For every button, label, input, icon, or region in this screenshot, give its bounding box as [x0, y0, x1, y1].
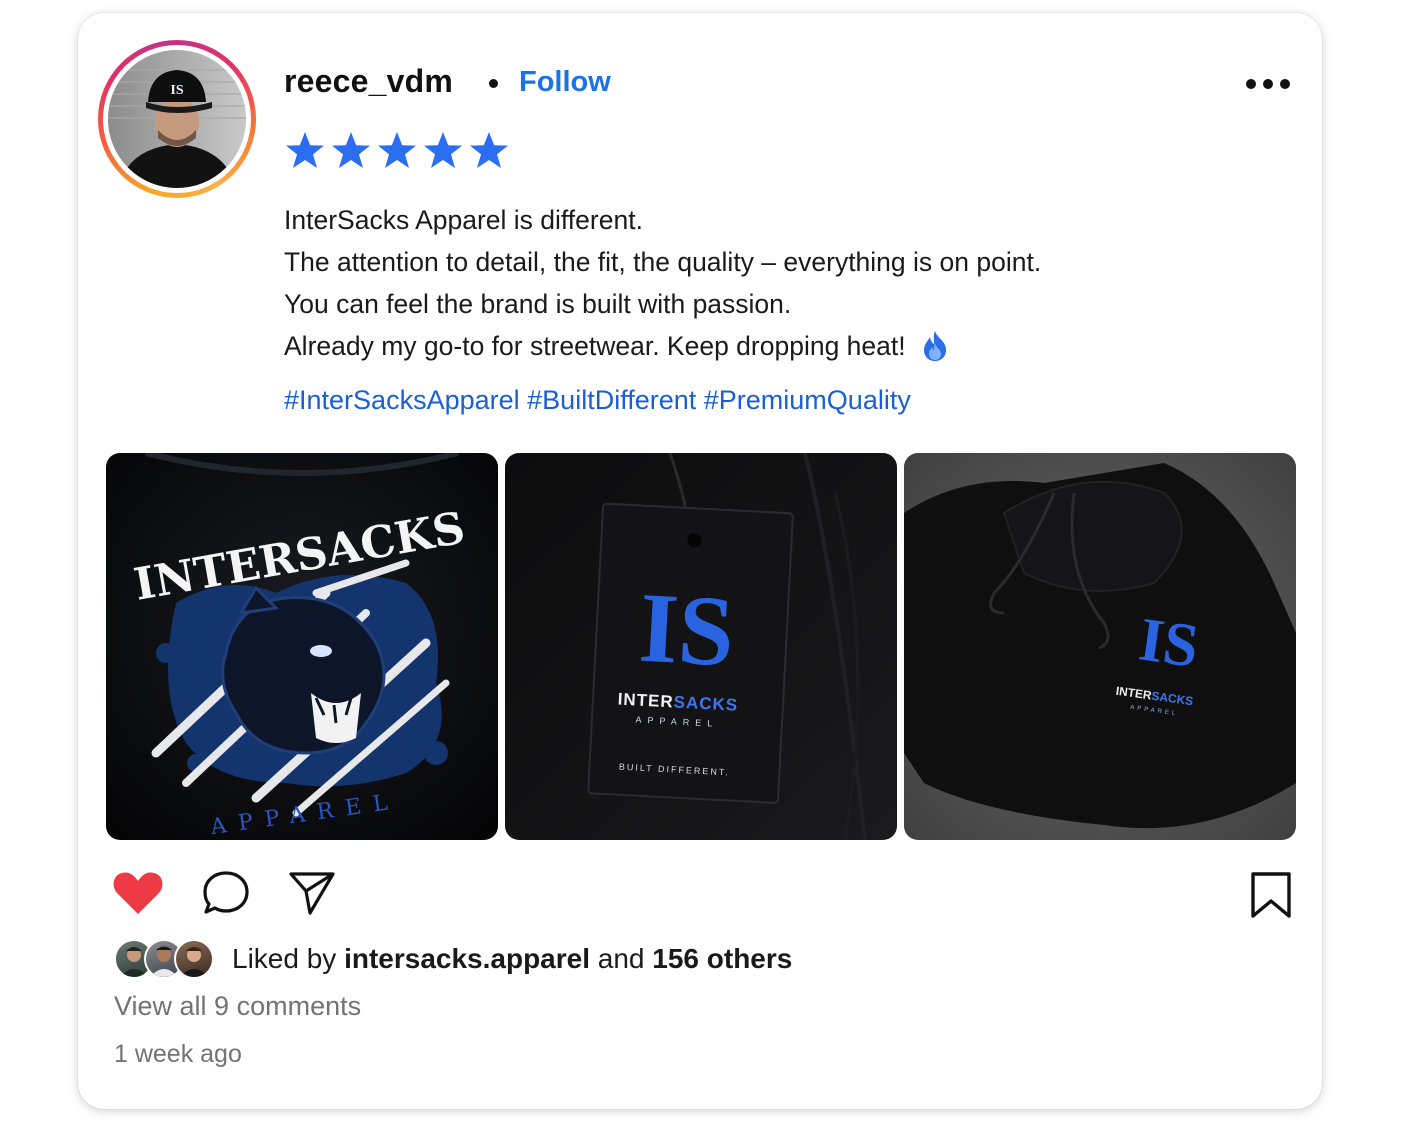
action-bar [112, 869, 336, 917]
photo-hang-tag[interactable]: IS INTERSACKS APPAREL BUILT DIFFERENT. [505, 453, 897, 840]
hashtag-link[interactable]: #PremiumQuality [704, 385, 911, 415]
fire-emoji-icon [923, 331, 946, 361]
username[interactable]: reece_vdm [284, 63, 453, 100]
heart-icon[interactable] [112, 870, 164, 916]
post-timestamp: 1 week ago [114, 1040, 242, 1068]
star-icon [332, 132, 370, 168]
star-icon [470, 132, 508, 168]
photo-hoodie[interactable]: IS INTERSACKS APPAREL [904, 453, 1296, 840]
svg-text:IS: IS [170, 83, 183, 98]
likes-summary[interactable]: Liked by intersacks.apparel and 156 othe… [114, 939, 792, 979]
hashtags: #InterSacksApparel #BuiltDifferent #Prem… [284, 385, 911, 416]
review-line: The attention to detail, the fit, the qu… [284, 247, 1042, 277]
review-text: InterSacks Apparel is different. The att… [284, 199, 1041, 367]
follow-button[interactable]: Follow [519, 66, 611, 99]
hashtag-link[interactable]: #InterSacksApparel [284, 385, 520, 415]
separator-dot [489, 79, 498, 88]
star-icon [286, 132, 324, 168]
avatar [174, 939, 214, 979]
bookmark-icon[interactable] [1250, 871, 1292, 919]
hashtag-link[interactable]: #BuiltDifferent [527, 385, 696, 415]
more-options-icon[interactable] [1246, 75, 1294, 93]
comment-icon[interactable] [202, 869, 250, 917]
star-icon [424, 132, 462, 168]
avatar[interactable]: IS [98, 40, 256, 198]
star-icon [378, 132, 416, 168]
post-card: IS reece_vdm Follow InterSacks Apparel i… [78, 13, 1322, 1109]
star-rating [284, 130, 510, 172]
svg-text:IS: IS [637, 572, 737, 688]
photo-tshirt[interactable]: INTERSACKS APPAREL [106, 453, 498, 840]
share-icon[interactable] [288, 870, 336, 916]
view-comments-link[interactable]: View all 9 comments [114, 991, 361, 1022]
liker-avatars [114, 939, 218, 979]
svg-text:IS: IS [1135, 605, 1203, 680]
liked-by-others-link[interactable]: 156 others [652, 943, 792, 974]
liked-by-user-link[interactable]: intersacks.apparel [344, 943, 590, 974]
avatar-image: IS [108, 50, 246, 188]
avatar-photo: IS [108, 50, 246, 188]
review-line: You can feel the brand is built with pas… [284, 289, 792, 319]
liked-by-text: Liked by intersacks.apparel and 156 othe… [232, 943, 793, 974]
review-line: Already my go-to for streetwear. Keep dr… [284, 325, 1041, 367]
photo-gallery: INTERSACKS APPAREL IS INTERSACKS APPAREL… [106, 453, 1296, 840]
review-line: InterSacks Apparel is different. [284, 205, 643, 235]
